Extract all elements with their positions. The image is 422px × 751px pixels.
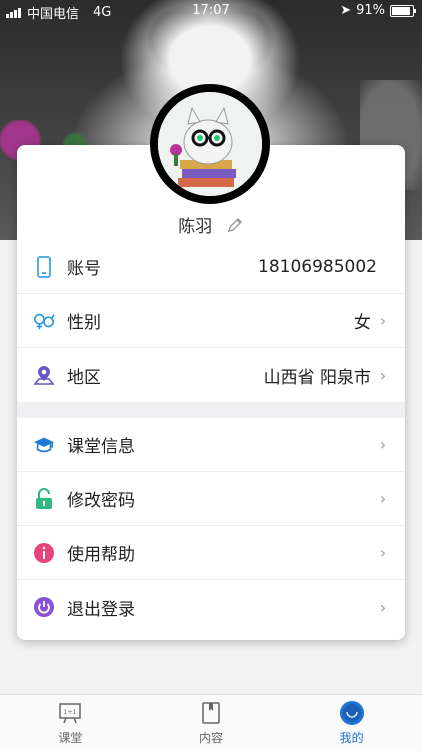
phone-icon [33,255,55,278]
tab-content[interactable]: 内容 [141,695,282,751]
change-password-row[interactable]: 修改密码 › [17,472,405,526]
svg-text:1+1: 1+1 [64,709,77,716]
class-info-label: 课堂信息 [67,437,135,457]
class-info-row[interactable]: 课堂信息 › [17,418,405,472]
account-info-list: 账号 18106985002 性别 女 › 地区 山西省 阳泉市 › [17,240,405,418]
account-label: 账号 [67,259,101,279]
tab-mine[interactable]: 我的 [281,695,422,751]
chevron-right-icon: › [379,365,387,385]
lock-icon [33,487,55,510]
bottom-tab-bar: 1+1 课堂 内容 我的 [0,694,422,751]
avatar[interactable] [150,84,270,204]
menu-list: 课堂信息 › 修改密码 › 使用帮助 › 退出登录 › [17,418,405,634]
chevron-right-icon: › [379,543,387,562]
info-icon [33,542,55,564]
account-value: 18106985002 [258,256,377,277]
account-row: 账号 18106985002 [17,240,405,294]
edit-pencil-icon[interactable] [226,216,244,239]
battery-percent: 91% [356,3,385,18]
profile-icon [339,700,365,726]
avatar-cat-icon [158,92,262,196]
location-icon [33,364,55,386]
logout-row[interactable]: 退出登录 › [17,580,405,634]
power-icon [33,596,55,618]
location-arrow-icon: ➤ [340,3,352,18]
status-bar: 中国电信 4G 17:07 ➤ 91% [0,0,422,22]
gender-row[interactable]: 性别 女 › [17,294,405,348]
change-password-label: 修改密码 [67,491,135,511]
tab-classroom[interactable]: 1+1 课堂 [0,695,141,751]
chevron-right-icon: › [379,489,387,508]
help-label: 使用帮助 [67,545,135,565]
profile-name-row: 陈羽 [17,212,405,239]
battery-icon [390,4,416,17]
gender-value: 女 [354,313,371,333]
region-row[interactable]: 地区 山西省 阳泉市 › [17,348,405,402]
graduation-cap-icon [33,434,55,456]
region-label: 地区 [67,367,101,388]
gender-label: 性别 [67,313,101,333]
classroom-board-icon: 1+1 [57,700,83,726]
chevron-right-icon: › [379,597,387,617]
section-divider [17,402,405,418]
profile-name: 陈羽 [178,217,213,237]
tab-classroom-label: 课堂 [58,731,83,745]
region-value: 山西省 阳泉市 [263,367,371,388]
logout-label: 退出登录 [67,599,135,620]
book-icon [198,700,224,726]
tab-content-label: 内容 [199,731,224,745]
tab-mine-label: 我的 [339,731,364,745]
chevron-right-icon: › [379,435,387,454]
gender-icon [33,310,55,332]
help-row[interactable]: 使用帮助 › [17,526,405,580]
chevron-right-icon: › [379,311,387,330]
